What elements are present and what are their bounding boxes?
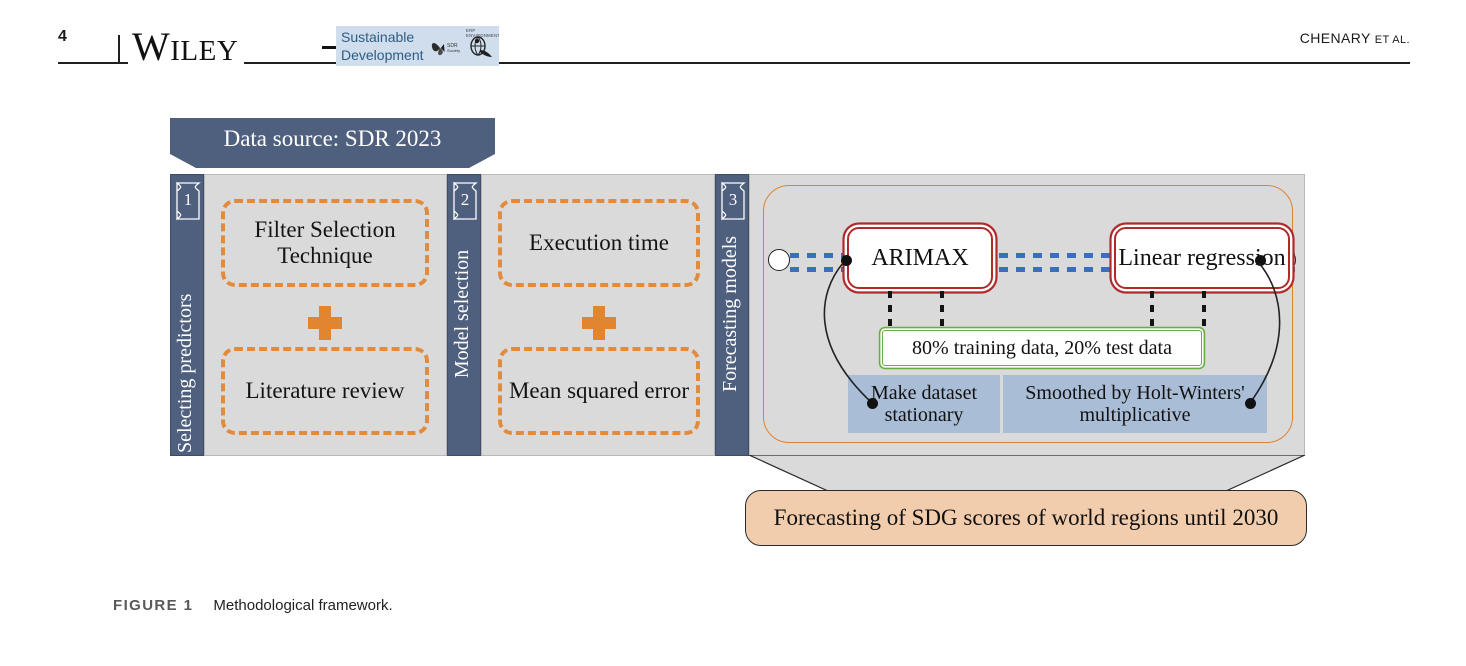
outcome-banner: Forecasting of SDG scores of world regio… — [745, 490, 1307, 546]
stage-label-3: Forecasting models — [718, 235, 741, 393]
criterion-item-execution-time: Execution time — [498, 199, 700, 287]
journal-page: 4 WILEY Sustainable Development SDR Soci… — [0, 0, 1466, 666]
stage-rail-2: 2 Model selection — [447, 174, 481, 456]
stage-panel-1: Filter Selection Technique Literature re… — [204, 174, 447, 456]
figure-caption: FIGURE 1 Methodological framework. — [113, 597, 393, 614]
stage-rail-1: 1 Selecting predictors — [170, 174, 204, 456]
stage-panel-3: ARIMAX Linear regression 80% training da… — [749, 174, 1305, 456]
figure-1-graphic: Data source: SDR 2023 1 Selecting predic… — [0, 0, 1466, 666]
connector-dot-left — [867, 398, 878, 409]
stage-rail-3: 3 Forecasting models — [715, 174, 749, 456]
data-source-banner: Data source: SDR 2023 — [170, 118, 495, 168]
stage-label-1: Selecting predictors — [173, 293, 196, 453]
predictor-item-literature-review: Literature review — [221, 347, 429, 435]
operator-plus-2 — [582, 306, 616, 340]
criterion-item-mean-squared-error: Mean squared error — [498, 347, 700, 435]
data-source-label: Data source: SDR 2023 — [223, 126, 442, 151]
predictor-item-filter-selection: Filter Selection Technique — [221, 199, 429, 287]
stage-label-2: Model selection — [450, 249, 473, 379]
figure-caption-text: Methodological framework. — [213, 597, 393, 614]
curved-connectors — [823, 262, 1281, 404]
operator-plus-1 — [308, 306, 342, 340]
figure-caption-label: FIGURE 1 — [113, 597, 194, 614]
connector-dot-right — [1245, 398, 1256, 409]
stage-panel-2: Execution time Mean squared error — [481, 174, 715, 456]
